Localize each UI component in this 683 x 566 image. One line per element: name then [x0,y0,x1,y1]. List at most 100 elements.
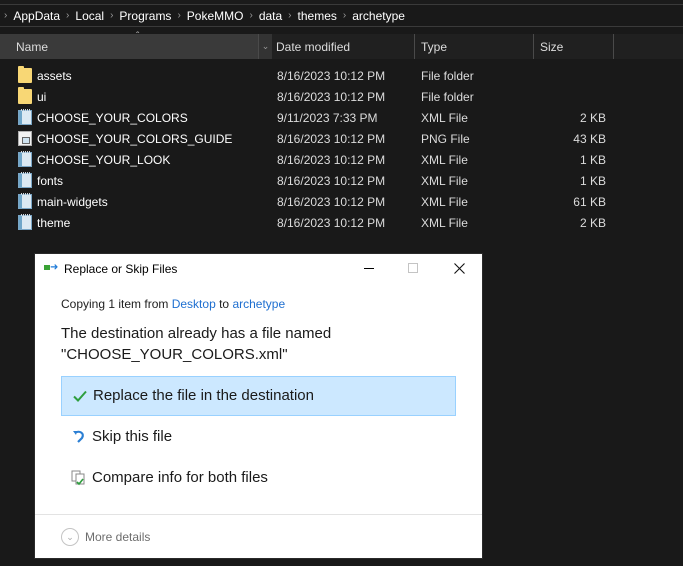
breadcrumb-themes[interactable]: themes [298,9,337,23]
file-date: 8/16/2023 10:12 PM [277,194,386,209]
destination-link[interactable]: archetype [232,297,285,311]
xml-file-icon [18,109,32,125]
skip-option-label: Skip this file [92,428,173,445]
conflict-message-line1: The destination already has a file named [61,325,332,342]
more-details-button[interactable]: ⌄ More details [61,527,150,547]
file-type: File folder [421,68,474,83]
file-date: 9/11/2023 7:33 PM [277,110,378,125]
png-file-icon [18,131,32,146]
dialog-divider [35,514,482,515]
file-size: 2 KB [579,110,606,125]
file-type: File folder [421,89,474,104]
maximize-button [390,254,436,282]
file-row[interactable]: CHOOSE_YOUR_COLORS 9/11/2023 7:33 PM XML… [0,107,683,128]
file-date: 8/16/2023 10:12 PM [277,152,386,167]
file-date: 8/16/2023 10:12 PM [277,68,386,83]
file-row[interactable]: CHOOSE_YOUR_COLORS_GUIDE 8/16/2023 10:12… [0,128,683,149]
file-type: XML File [421,194,468,209]
breadcrumb-chevron-icon[interactable]: › [249,10,252,21]
file-date: 8/16/2023 10:12 PM [277,89,386,104]
file-size: 1 KB [579,152,606,167]
more-details-label: More details [85,530,151,544]
xml-file-icon [18,151,32,167]
file-row[interactable]: main-widgets 8/16/2023 10:12 PM XML File… [0,191,683,212]
breadcrumb-chevron-icon[interactable]: › [110,10,113,21]
file-name: CHOOSE_YOUR_COLORS [37,110,188,125]
column-type-label: Type [421,39,448,54]
column-header-date[interactable]: Date modified [272,34,415,59]
file-name: CHOOSE_YOUR_LOOK [37,152,171,167]
column-header-size[interactable]: Size [534,34,614,59]
column-header-name[interactable]: ˆ Name ⌄ [0,31,272,59]
skip-file-option[interactable]: Skip this file [61,418,456,458]
breadcrumb-chevron-icon[interactable]: › [4,10,7,21]
file-size: 43 KB [573,131,606,146]
dialog-title-bar[interactable]: ➜ Replace or Skip Files [35,254,482,282]
file-type: XML File [421,173,468,188]
file-row[interactable]: CHOOSE_YOUR_LOOK 8/16/2023 10:12 PM XML … [0,149,683,170]
file-size: 1 KB [579,173,606,188]
file-move-icon: ➜ [44,263,60,273]
minimize-icon [364,267,374,269]
file-name: fonts [37,173,64,188]
minimize-button[interactable] [346,254,392,282]
file-type: XML File [421,152,468,167]
file-date: 8/16/2023 10:12 PM [277,131,386,146]
address-bar[interactable]: › AppData › Local › Programs › PokeMMO ›… [0,5,683,27]
compare-option-label: Compare info for both files [92,469,268,486]
file-row[interactable]: fonts 8/16/2023 10:12 PM XML File 1 KB [0,170,683,191]
copying-prefix: Copying 1 item from [61,297,172,311]
file-date: 8/16/2023 10:12 PM [277,215,386,230]
chevron-down-icon[interactable]: ⌄ [258,34,272,59]
xml-file-icon [18,172,32,188]
file-name: assets [37,68,72,83]
column-date-label: Date modified [276,39,351,54]
conflict-filename: "CHOOSE_YOUR_COLORS.xml" [61,346,288,363]
maximize-icon [408,263,418,273]
file-row[interactable]: ui 8/16/2023 10:12 PM File folder [0,86,683,107]
breadcrumb-programs[interactable]: Programs [119,9,171,23]
close-icon [453,262,465,274]
breadcrumb-chevron-icon[interactable]: › [66,10,69,21]
folder-icon [18,66,32,83]
breadcrumb-local[interactable]: Local [75,9,104,23]
folder-icon [18,87,32,104]
file-type: PNG File [421,131,470,146]
file-name: main-widgets [37,194,108,209]
dialog-title: Replace or Skip Files [64,262,178,276]
breadcrumb-chevron-icon[interactable]: › [177,10,180,21]
file-row[interactable]: theme 8/16/2023 10:12 PM XML File 2 KB [0,212,683,233]
replace-option-label: Replace the file in the destination [93,387,314,404]
column-header-type[interactable]: Type [415,34,534,59]
breadcrumb-archetype[interactable]: archetype [352,9,405,23]
column-size-label: Size [540,39,564,54]
xml-file-icon [18,193,32,209]
breadcrumb-chevron-icon[interactable]: › [343,10,346,21]
file-type: XML File [421,215,468,230]
replace-file-option[interactable]: Replace the file in the destination [61,376,456,416]
file-row[interactable]: assets 8/16/2023 10:12 PM File folder [0,65,683,86]
breadcrumb-pokemmo[interactable]: PokeMMO [187,9,244,23]
conflict-message: The destination already has a file named… [61,323,461,365]
file-date: 8/16/2023 10:12 PM [277,173,386,188]
chevron-down-circle-icon: ⌄ [61,528,79,546]
sort-ascending-icon: ˆ [136,31,140,42]
file-list: assets 8/16/2023 10:12 PM File folder ui… [0,65,683,233]
file-size: 61 KB [573,194,606,209]
column-name-label: Name [16,39,49,54]
close-button[interactable] [436,254,482,282]
to-word: to [215,297,233,311]
breadcrumb-appdata[interactable]: AppData [13,9,60,23]
column-header-row: ˆ Name ⌄ Date modified Type Size [0,31,683,59]
breadcrumb-chevron-icon[interactable]: › [288,10,291,21]
desktop: › AppData › Local › Programs › PokeMMO ›… [0,0,683,566]
file-name: theme [37,215,71,230]
file-name: CHOOSE_YOUR_COLORS_GUIDE [37,131,233,146]
breadcrumb-data[interactable]: data [259,9,282,23]
compare-files-icon [71,470,85,486]
file-size: 2 KB [579,215,606,230]
file-name: ui [37,89,47,104]
source-link[interactable]: Desktop [172,297,216,311]
copying-status: Copying 1 item from Desktop to archetype [61,297,285,311]
compare-files-option[interactable]: Compare info for both files [61,459,456,499]
